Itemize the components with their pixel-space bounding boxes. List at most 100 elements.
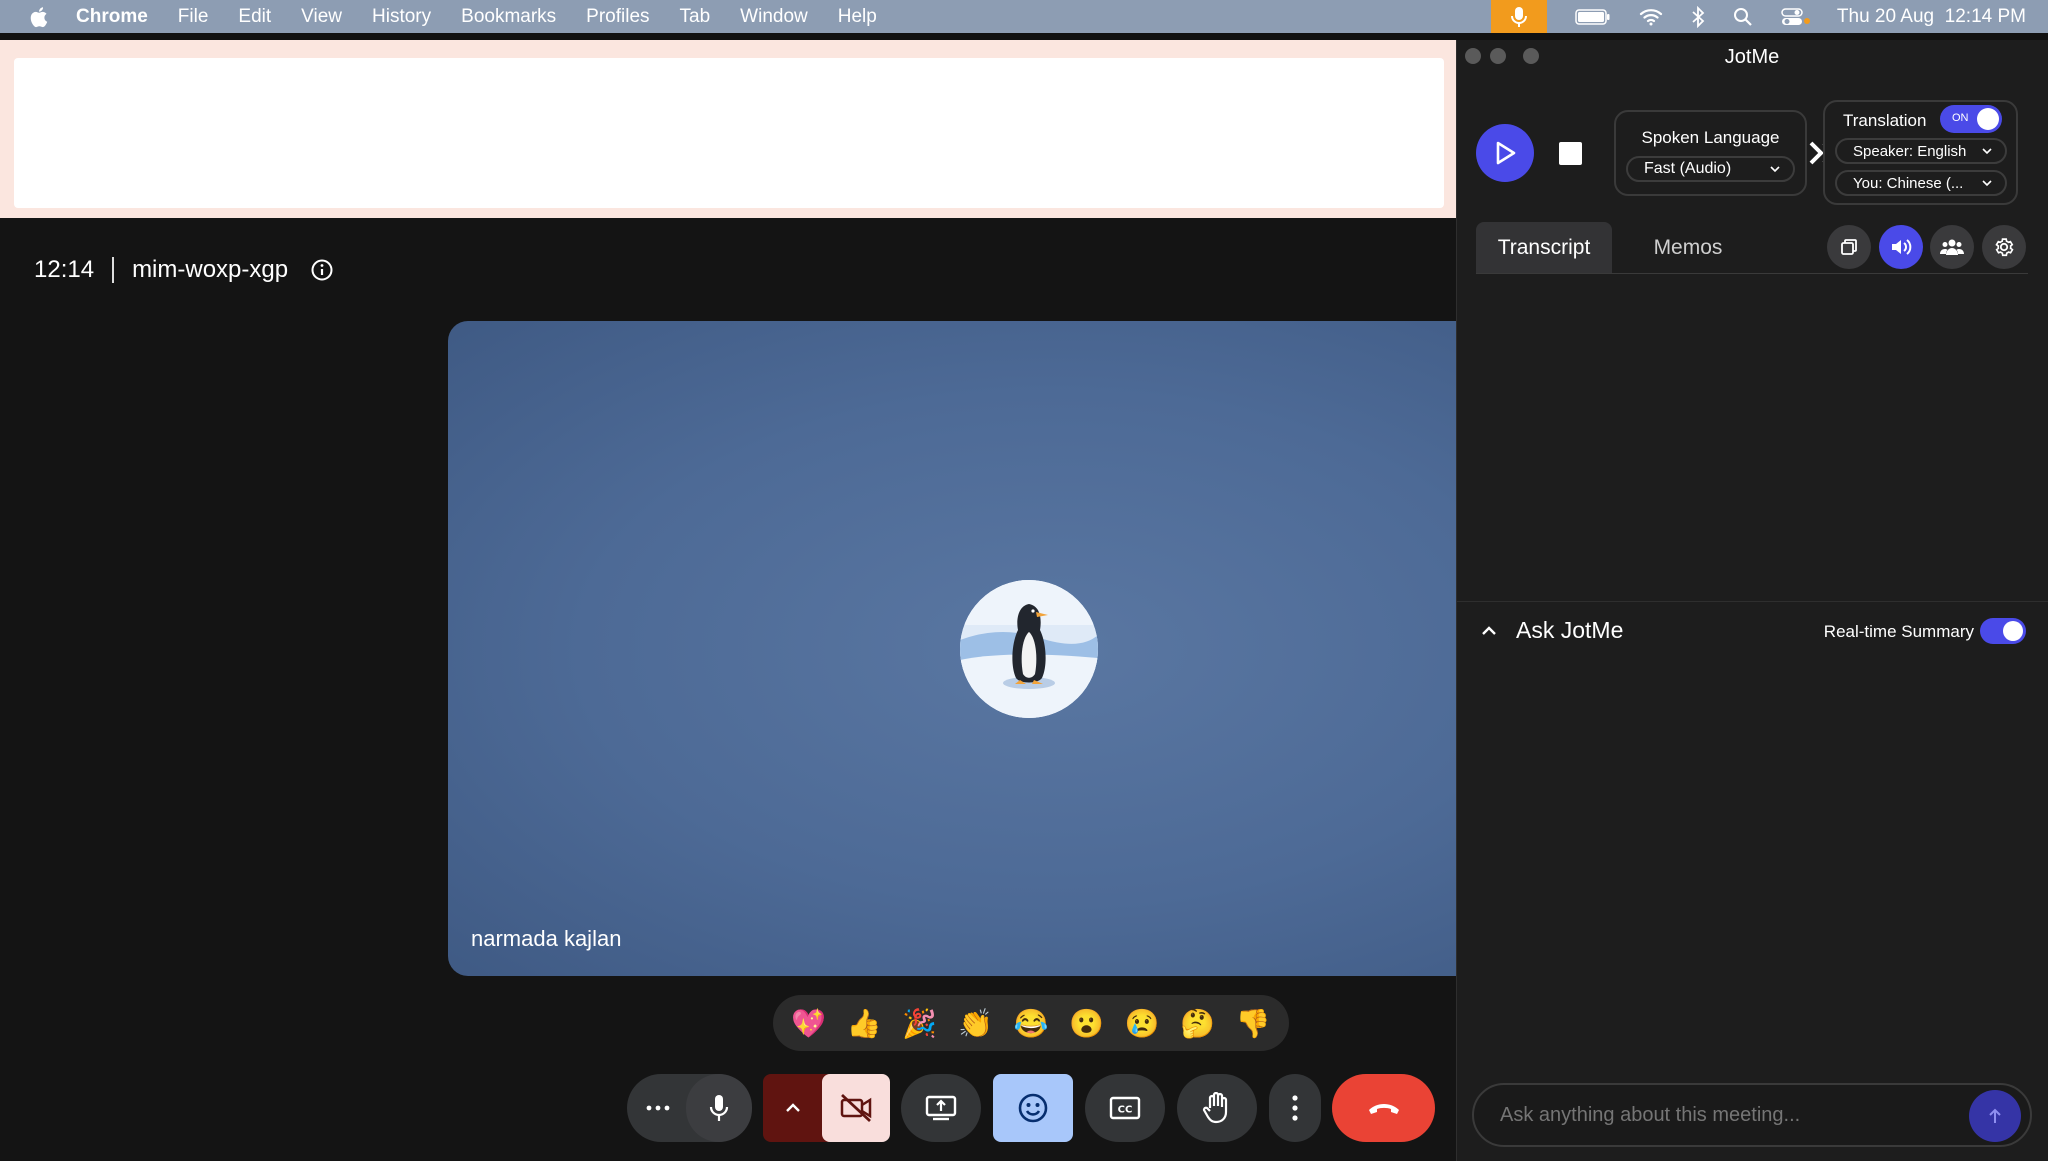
spoken-language-box: Spoken Language Fast (Audio) (1614, 110, 1807, 196)
translation-toggle-state: ON (1952, 112, 1969, 124)
chevron-down-icon (1770, 166, 1780, 173)
settings-button[interactable] (1982, 225, 2026, 269)
svg-text:CC: CC (1118, 1105, 1133, 1116)
apple-logo-icon[interactable] (28, 5, 52, 29)
menu-file[interactable]: File (178, 6, 209, 28)
info-icon[interactable] (310, 258, 334, 282)
mic-in-use-indicator[interactable] (1490, 0, 1547, 33)
control-center-icon[interactable] (1781, 7, 1811, 27)
arrow-up-icon (1989, 1108, 2001, 1123)
reaction-thumbs-up[interactable]: 👍 (842, 1007, 886, 1040)
more-vertical-icon (1292, 1095, 1298, 1121)
raise-hand-button[interactable] (1177, 1074, 1257, 1142)
meeting-code: mim-woxp-xgp (132, 256, 289, 283)
menu-profiles[interactable]: Profiles (586, 6, 649, 28)
closed-captions-icon: CC (1109, 1096, 1141, 1120)
battery-icon[interactable] (1575, 8, 1611, 26)
chevron-up-icon (786, 1103, 800, 1112)
microphone-button[interactable] (686, 1074, 752, 1142)
reactions-button[interactable] (993, 1074, 1073, 1142)
ask-input[interactable] (1472, 1083, 2032, 1147)
participant-name: narmada kajlan (471, 926, 622, 951)
menu-view[interactable]: View (301, 6, 342, 28)
menu-edit[interactable]: Edit (238, 6, 271, 28)
your-language-select[interactable]: You: Chinese (... (1835, 170, 2007, 196)
spoken-language-select[interactable]: Fast (Audio) (1626, 156, 1795, 182)
more-horizontal-icon (646, 1105, 670, 1111)
menu-history[interactable]: History (372, 6, 431, 28)
toggle-knob (2003, 621, 2023, 641)
pop-out-button[interactable] (1827, 225, 1871, 269)
divider (112, 257, 115, 283)
tabs-divider (1476, 273, 2028, 274)
reaction-surprised[interactable]: 😮 (1065, 1007, 1109, 1040)
emoji-smile-icon (1018, 1093, 1048, 1123)
translation-label: Translation (1843, 111, 1927, 130)
gear-icon (1995, 238, 2014, 257)
participant-avatar (960, 580, 1098, 718)
send-button[interactable] (1969, 1090, 2021, 1142)
camera-off-icon (840, 1093, 872, 1123)
start-recording-button[interactable] (1476, 124, 1534, 182)
spotlight-search-icon[interactable] (1733, 7, 1753, 27)
chevron-down-icon (1982, 180, 1992, 187)
menu-app-name[interactable]: Chrome (76, 6, 148, 28)
browser-page-banner (14, 58, 1444, 208)
more-audio-options-button[interactable] (627, 1074, 689, 1142)
participants-button[interactable] (1930, 225, 1974, 269)
end-call-button[interactable] (1332, 1074, 1435, 1142)
reaction-thinking[interactable]: 🤔 (1176, 1007, 1220, 1040)
menu-window[interactable]: Window (740, 6, 808, 28)
tab-memos[interactable]: Memos (1620, 222, 1756, 274)
menu-bookmarks[interactable]: Bookmarks (461, 6, 556, 28)
reaction-crying[interactable]: 😢 (1120, 1007, 1164, 1040)
reaction-laughing[interactable]: 😂 (1009, 1007, 1053, 1040)
toggle-knob (1977, 108, 1999, 130)
ask-section-divider (1456, 601, 2048, 602)
raise-hand-icon (1202, 1092, 1228, 1124)
reaction-thumbs-down[interactable]: 👎 (1231, 1007, 1275, 1040)
participant-video-tile[interactable] (448, 321, 1456, 976)
meeting-info-bar: 12:14 mim-woxp-xgp (34, 256, 334, 284)
menu-bar: Chrome File Edit View History Bookmarks … (0, 0, 2048, 33)
chevron-up-icon[interactable] (1480, 622, 1498, 640)
hang-up-icon (1368, 1104, 1399, 1114)
present-screen-icon (925, 1095, 957, 1121)
reaction-sparkling-heart[interactable]: 💖 (787, 1007, 831, 1040)
speaker-language-value: Speaker: English (1853, 142, 1967, 160)
ask-jotme-title: Ask JotMe (1516, 617, 1624, 643)
spoken-language-value: Fast (Audio) (1644, 160, 1732, 177)
tab-transcript[interactable]: Transcript (1476, 222, 1612, 274)
reaction-party-popper[interactable]: 🎉 (898, 1007, 942, 1040)
more-options-button[interactable] (1269, 1074, 1321, 1142)
reaction-clapping[interactable]: 👏 (953, 1007, 997, 1040)
reactions-bar: 💖 👍 🎉 👏 😂 😮 😢 🤔 👎 (773, 995, 1289, 1051)
copy-window-icon (1841, 239, 1857, 255)
camera-off-button[interactable] (822, 1074, 890, 1142)
stop-button[interactable] (1559, 142, 1582, 165)
your-language-value: You: Chinese (... (1853, 174, 1964, 192)
speaker-volume-icon (1892, 239, 1912, 255)
bluetooth-icon[interactable] (1691, 5, 1705, 28)
menu-help[interactable]: Help (838, 6, 877, 28)
microphone-icon (1510, 6, 1527, 27)
video-options-chevron-button[interactable] (763, 1074, 823, 1142)
penguin-avatar-image (960, 580, 1098, 718)
translation-toggle[interactable]: ON (1940, 105, 2002, 133)
speaker-language-select[interactable]: Speaker: English (1835, 138, 2007, 164)
realtime-summary-toggle[interactable] (1980, 618, 2026, 644)
captions-button[interactable]: CC (1085, 1074, 1165, 1142)
speaker-audio-button[interactable] (1879, 225, 1923, 269)
microphone-icon (709, 1095, 729, 1121)
present-screen-button[interactable] (901, 1074, 981, 1142)
meeting-time: 12:14 (34, 256, 95, 283)
wifi-icon[interactable] (1639, 8, 1663, 26)
menu-tab[interactable]: Tab (680, 6, 711, 28)
menubar-clock[interactable]: Thu 20 Aug 12:14 PM (1837, 6, 2026, 28)
group-people-icon (1940, 239, 1964, 255)
jotme-window-title: JotMe (1724, 46, 1780, 68)
spoken-language-label: Spoken Language (1641, 128, 1780, 147)
translation-box: Translation ON Speaker: English You: Chi… (1823, 100, 2018, 205)
chevron-down-icon (1982, 148, 1992, 155)
play-icon (1496, 141, 1516, 165)
